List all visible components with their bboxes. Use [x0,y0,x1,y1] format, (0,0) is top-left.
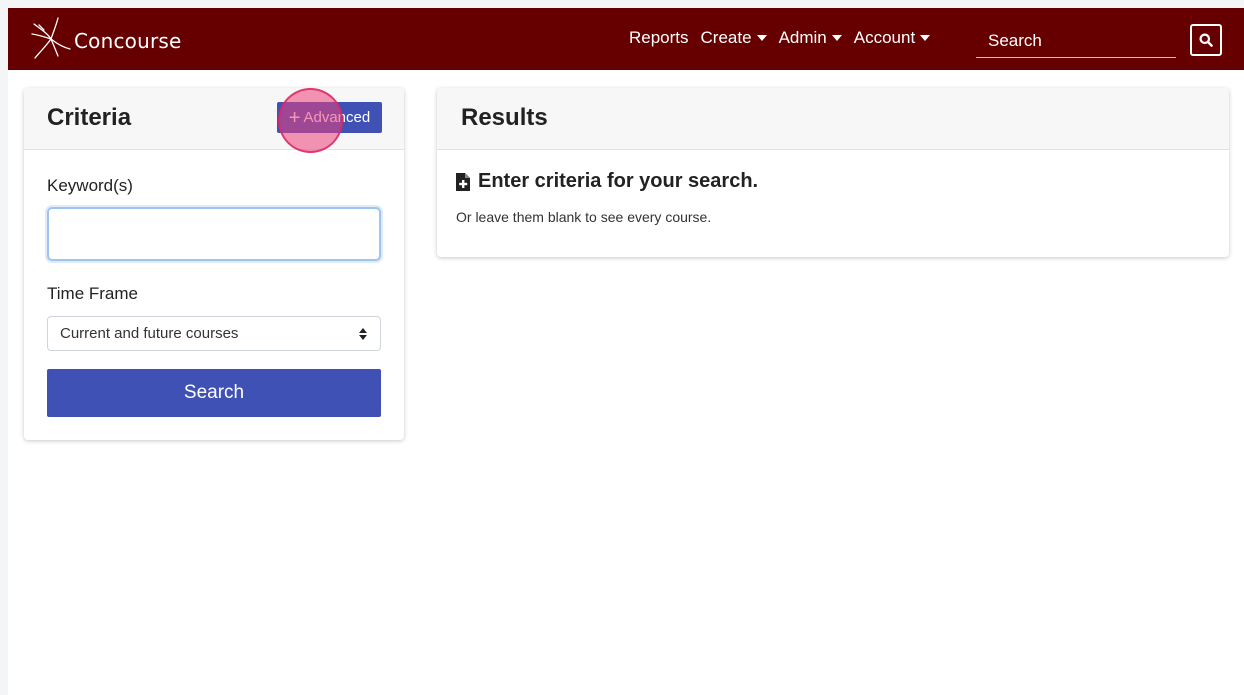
advanced-button[interactable]: + Advanced [277,102,382,133]
results-heading-text: Enter criteria for your search. [478,170,759,192]
results-card: Results Enter criteria for your search. … [437,88,1229,257]
results-subtext: Or leave them blank to see every course. [456,209,712,225]
search-icon [1199,33,1213,47]
brand-name: Concourse [74,29,182,53]
nav-admin-label: Admin [778,28,827,47]
nav-search-input[interactable] [976,24,1176,58]
nav-account-dropdown[interactable]: Account [853,28,931,48]
nav-admin-dropdown[interactable]: Admin [779,28,842,48]
nav-reports-link[interactable]: Reports [629,28,689,48]
caret-down-icon [831,35,842,41]
top-navbar: Concourse Reports Create Admin Account [8,8,1244,70]
file-plus-icon [456,172,470,191]
advanced-label: Advanced [303,109,371,126]
results-title: Results [461,104,548,131]
brand-logo-link[interactable]: Concourse [30,16,182,62]
plus-icon: + [288,106,301,129]
nav-create-dropdown[interactable]: Create [701,28,767,48]
results-header: Results [437,88,1229,150]
nav-links: Reports Create Admin Account [629,28,942,48]
caret-down-icon [920,35,931,41]
criteria-search-button[interactable]: Search [47,369,381,417]
results-heading: Enter criteria for your search. [455,170,758,193]
timeframe-selected-value: Current and future courses [60,325,239,342]
nav-search-button[interactable] [1190,24,1222,56]
timeframe-select[interactable]: Current and future courses [47,316,381,351]
nav-account-label: Account [853,28,916,47]
criteria-title: Criteria [47,104,132,131]
nav-create-label: Create [700,28,752,47]
nav-reports-label: Reports [629,28,689,47]
criteria-header: Criteria + Advanced [24,88,404,153]
concourse-logo-icon [31,17,71,59]
sort-updown-icon [359,328,367,340]
keyword-label: Keyword(s) [47,176,133,195]
timeframe-label: Time Frame [47,284,138,303]
criteria-card: Criteria + Advanced Keyword(s) Time Fram… [24,88,404,440]
keyword-input[interactable] [47,207,381,261]
caret-down-icon [756,35,767,41]
